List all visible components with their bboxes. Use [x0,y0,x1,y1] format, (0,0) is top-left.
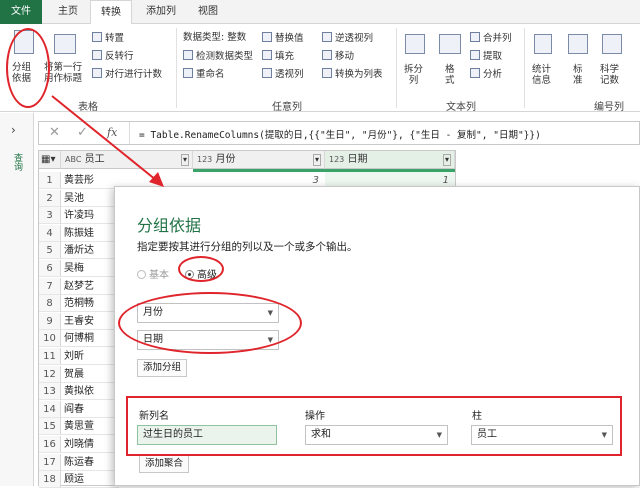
annotation-arrow [51,95,164,187]
arrow-head [149,172,164,187]
arrow-line [51,95,157,181]
